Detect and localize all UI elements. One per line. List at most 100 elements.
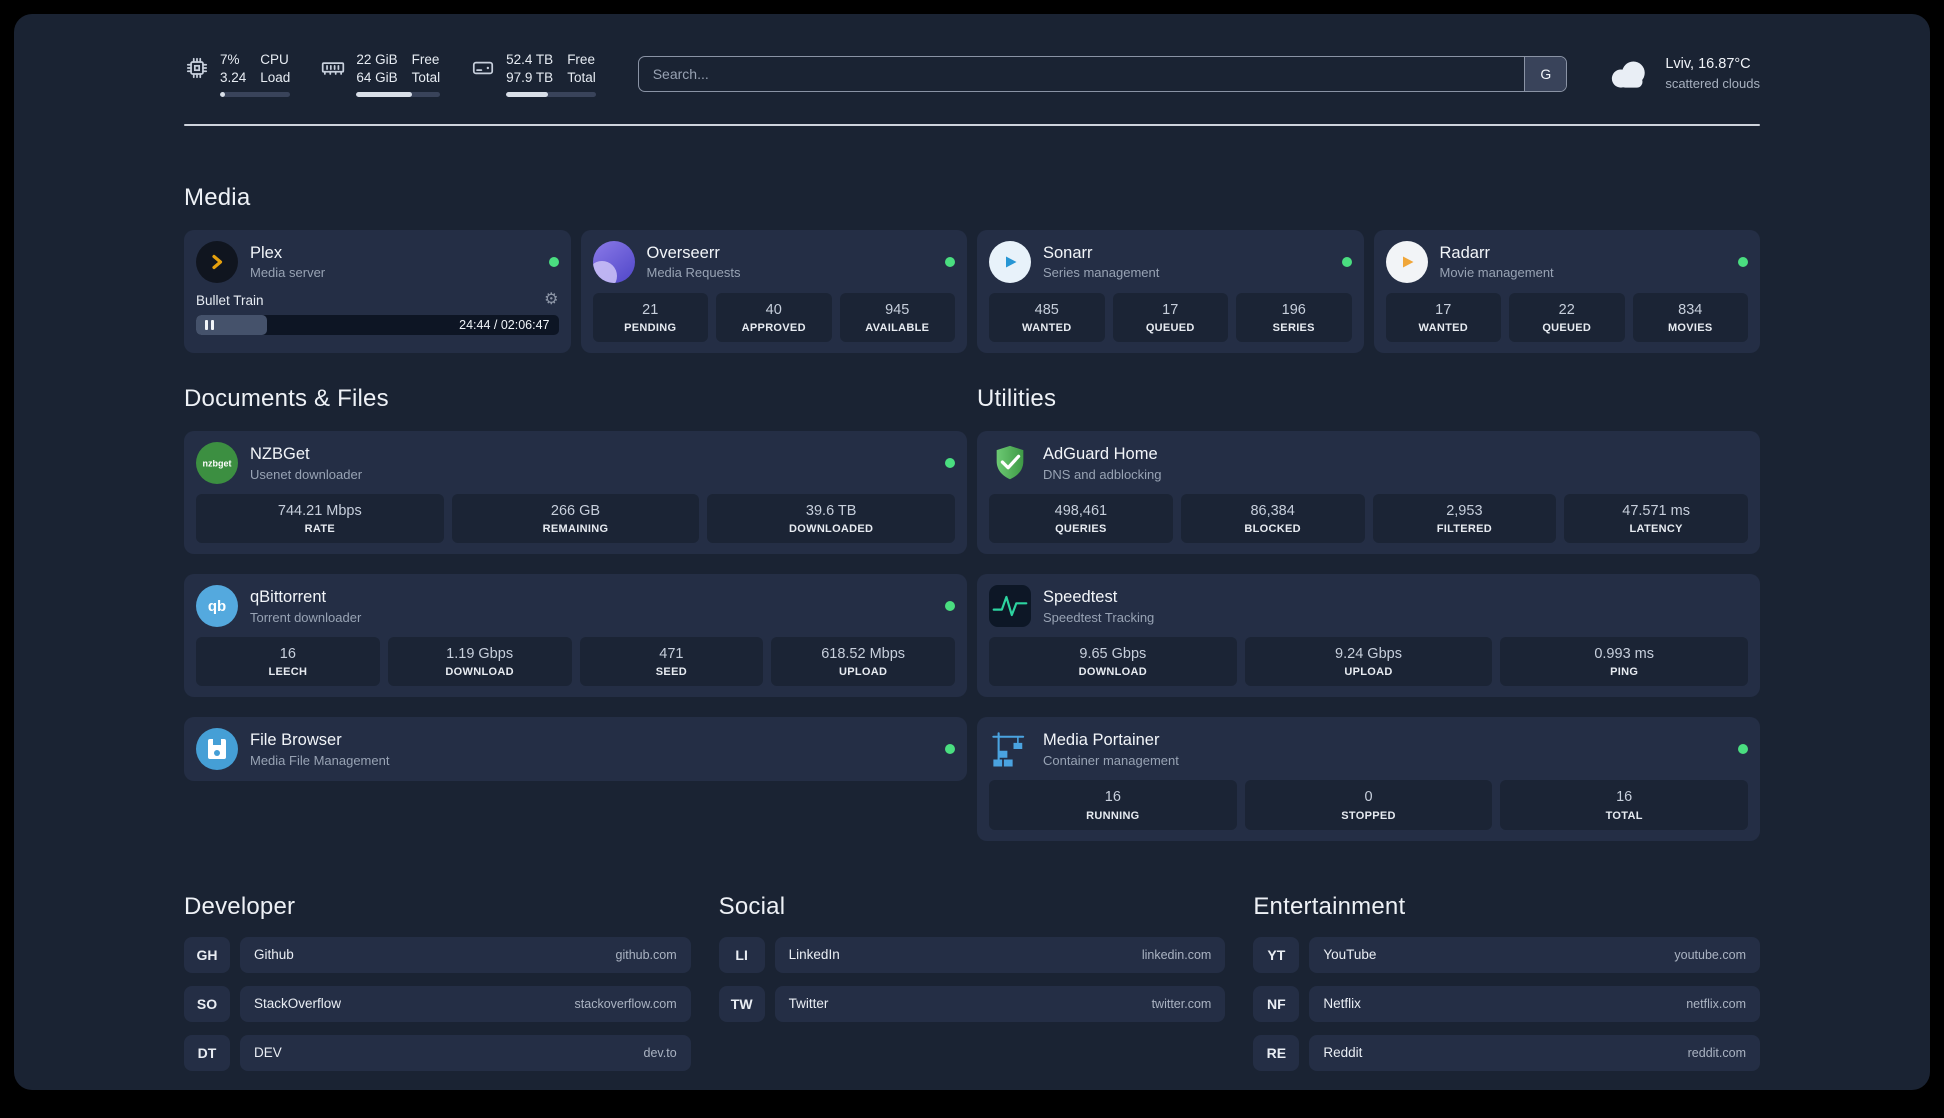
stat-tile: 744.21 Mbps RATE xyxy=(196,494,444,544)
stat-tile: 22 QUEUED xyxy=(1509,293,1625,343)
bookmark-github[interactable]: GH Github github.com xyxy=(184,936,691,973)
status-dot xyxy=(945,601,955,612)
stat-tile: 16 LEECH xyxy=(196,637,380,687)
utilities-section: Utilities AdGuard Home DNS and adblockin… xyxy=(977,385,1760,841)
service-subtitle: Media File Management xyxy=(250,752,390,768)
stat-value: 618.52 Mbps xyxy=(821,646,906,663)
cpu-widget: 7% 3.24 CPU Load xyxy=(184,51,291,97)
gear-icon[interactable]: ⚙ xyxy=(544,292,558,308)
stat-label: BLOCKED xyxy=(1244,523,1301,536)
media-section: Plex Media server Bullet Train ⚙ 24:44 /… xyxy=(184,230,1760,354)
stat-tile: 9.65 Gbps DOWNLOAD xyxy=(989,637,1237,687)
search-input[interactable] xyxy=(638,57,1525,91)
disk-usage-bar xyxy=(506,91,596,97)
status-dot xyxy=(945,257,955,267)
bookmark-abbr: NF xyxy=(1253,985,1300,1022)
bookmark-youtube[interactable]: YT YouTube youtube.com xyxy=(1253,936,1760,973)
service-title: File Browser xyxy=(250,730,342,749)
stat-tile: 0.993 ms PING xyxy=(1500,637,1749,687)
bookmark-twitter[interactable]: TW Twitter twitter.com xyxy=(718,985,1226,1022)
stat-tile: 47.571 ms LATENCY xyxy=(1564,494,1748,544)
section-title-media: Media xyxy=(184,184,251,211)
status-dot xyxy=(1738,744,1748,755)
service-card-qbittorrent[interactable]: qb qBittorrent Torrent downloader 16 LEE… xyxy=(184,574,967,698)
service-subtitle: Torrent downloader xyxy=(250,609,362,625)
search-bar: G xyxy=(637,56,1568,92)
nzbget-icon: nzbget xyxy=(196,442,238,485)
playback-progress-bar[interactable]: 24:44 / 02:06:47 xyxy=(196,315,559,335)
stat-value: 498,461 xyxy=(1054,503,1108,520)
stat-label: REMAINING xyxy=(542,523,609,536)
bookmark-name: YouTube xyxy=(1323,947,1377,962)
stat-label: QUEUED xyxy=(1542,322,1592,335)
stat-tile: 17 QUEUED xyxy=(1112,293,1228,343)
service-title: Plex xyxy=(250,243,283,262)
service-card-plex[interactable]: Plex Media server Bullet Train ⚙ 24:44 /… xyxy=(184,230,571,354)
stat-value: 16 xyxy=(1104,789,1121,806)
bookmark-url: github.com xyxy=(615,947,677,962)
stat-value: 834 xyxy=(1678,302,1703,318)
stat-tile: 86,384 BLOCKED xyxy=(1180,494,1365,544)
cpu-labels: CPU Load xyxy=(260,51,290,86)
disk-free-value: 52.4 TB xyxy=(506,52,554,68)
radarr-icon xyxy=(1385,241,1428,283)
service-card-adguard[interactable]: AdGuard Home DNS and adblocking 498,461 … xyxy=(977,431,1760,555)
bookmark-stackoverflow[interactable]: SO StackOverflow stackoverflow.com xyxy=(184,985,691,1022)
stat-value: 16 xyxy=(279,646,296,663)
stat-value: 9.65 Gbps xyxy=(1079,646,1147,663)
status-dot xyxy=(1738,257,1748,267)
stat-tile: 834 MOVIES xyxy=(1632,293,1748,343)
bookmark-url: reddit.com xyxy=(1687,1045,1746,1060)
service-card-filebrowser[interactable]: File Browser Media File Management xyxy=(184,717,967,782)
stat-label: WANTED xyxy=(1022,322,1072,335)
bookmark-dev[interactable]: DT DEV dev.to xyxy=(184,1034,691,1071)
bookmark-linkedin[interactable]: LI LinkedIn linkedin.com xyxy=(718,936,1226,973)
service-card-nzbget[interactable]: nzbget NZBGet Usenet downloader 744.21 M… xyxy=(184,431,967,555)
bookmark-netflix[interactable]: NF Netflix netflix.com xyxy=(1253,985,1760,1022)
stat-label: AVAILABLE xyxy=(865,322,930,335)
stat-label: WANTED xyxy=(1418,322,1468,335)
stat-tile: 2,953 FILTERED xyxy=(1372,494,1557,544)
stat-value: 9.24 Gbps xyxy=(1335,646,1402,663)
now-playing-title: Bullet Train xyxy=(196,292,264,308)
status-dot xyxy=(1341,257,1352,267)
stat-tile: 40 APPROVED xyxy=(716,293,832,343)
stat-value: 744.21 Mbps xyxy=(277,503,362,520)
stat-label: SEED xyxy=(655,666,687,679)
service-title: qBittorrent xyxy=(250,587,327,606)
service-title: Speedtest xyxy=(1043,587,1118,606)
service-card-sonarr[interactable]: Sonarr Series management 485 WANTED 17 Q… xyxy=(977,230,1364,354)
stat-label: SERIES xyxy=(1272,322,1315,335)
service-subtitle: Usenet downloader xyxy=(250,466,363,482)
service-card-overseerr[interactable]: Overseerr Media Requests 21 PENDING 40 A… xyxy=(580,230,967,354)
documents-section: Documents & Files nzbget NZBGet Usenet d… xyxy=(184,385,967,840)
disk-label-1: Free xyxy=(567,52,595,68)
bookmark-name: StackOverflow xyxy=(254,996,342,1011)
plex-icon xyxy=(196,241,238,283)
ram-label-2: Total xyxy=(411,70,441,85)
cpu-percent: 7% xyxy=(220,52,240,68)
service-card-speedtest[interactable]: Speedtest Speedtest Tracking 9.65 Gbps D… xyxy=(977,574,1760,698)
bookmark-group-developer: Developer GH Github github.com SO StackO… xyxy=(184,893,691,1084)
cpu-load-value: 3.24 xyxy=(220,70,247,85)
service-card-portainer[interactable]: Media Portainer Container management 16 … xyxy=(977,717,1760,841)
stat-value: 2,953 xyxy=(1446,503,1483,520)
pause-icon[interactable] xyxy=(205,320,214,330)
stat-value: 485 xyxy=(1034,302,1059,318)
search-engine-button[interactable]: G xyxy=(1524,57,1567,91)
bookmark-group-social: Social LI LinkedIn linkedin.com TW Twitt… xyxy=(718,893,1226,1084)
ram-icon xyxy=(322,62,345,76)
header-divider xyxy=(184,124,1760,126)
stat-tile: 39.6 TB DOWNLOADED xyxy=(707,494,956,544)
stat-label: RATE xyxy=(304,523,335,536)
bookmark-reddit[interactable]: RE Reddit reddit.com xyxy=(1253,1034,1760,1071)
cpu-chip-icon xyxy=(186,58,208,79)
service-card-radarr[interactable]: Radarr Movie management 17 WANTED 22 QUE… xyxy=(1373,230,1760,354)
weather-condition: scattered clouds xyxy=(1665,76,1760,91)
svg-text:nzbget: nzbget xyxy=(203,459,232,469)
bookmark-abbr: YT xyxy=(1253,936,1300,973)
stat-label: RUNNING xyxy=(1086,809,1140,822)
stat-label: MOVIES xyxy=(1667,322,1713,335)
disk-labels: Free Total xyxy=(567,51,596,86)
stat-value: 40 xyxy=(765,302,782,318)
